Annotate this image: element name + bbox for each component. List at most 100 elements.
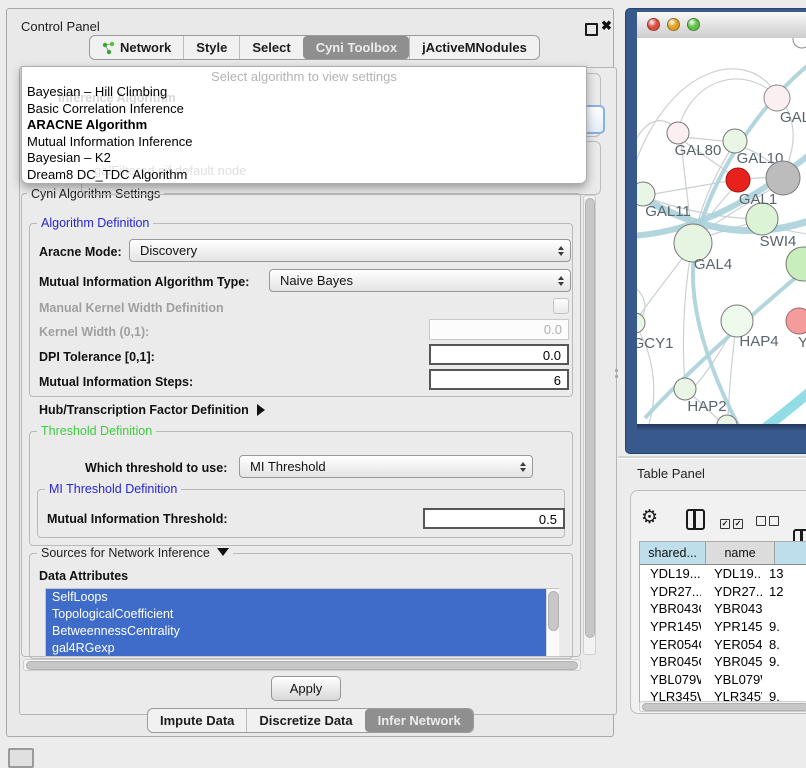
table-horizontal-scrollbar[interactable] (639, 701, 806, 712)
aracne-mode-select[interactable]: Discovery (129, 239, 571, 262)
network-node-gal[interactable] (764, 85, 790, 111)
network-node-hap2[interactable] (674, 378, 696, 400)
tab-select-label: Select (252, 40, 290, 55)
mi-threshold-title: MI Threshold Definition (45, 482, 181, 496)
table-cell: 12 (762, 584, 800, 599)
data-attributes-list[interactable]: SelfLoopsTopologicalCoefficientBetweenne… (45, 588, 559, 657)
attribute-item-topologicalcoefficient[interactable]: TopologicalCoefficient (46, 606, 550, 623)
tab-infer-network[interactable]: Infer Network (365, 709, 473, 732)
node-table[interactable]: shared...name YDL19...YDL19...13YDR27...… (639, 541, 806, 703)
algorithm-option-basic-correlation-inference[interactable]: Basic Correlation Inference (22, 101, 586, 118)
table-cell: YDR27... (701, 584, 762, 599)
algorithm-option-bayesian-hill-climbing[interactable]: Bayesian – Hill Climbing (22, 84, 586, 101)
network-node[interactable] (793, 38, 806, 48)
manual-kernel-width-label: Manual Kernel Width Definition (39, 301, 224, 315)
tab-jactivemnodules-label: jActiveMNodules (422, 40, 527, 55)
network-node-y[interactable] (786, 308, 806, 334)
network-edge[interactable] (749, 386, 806, 424)
attribute-item-betweennesscentrality[interactable]: BetweennessCentrality (46, 623, 550, 640)
network-node[interactable] (766, 161, 800, 195)
table-row[interactable]: YBR045CYBR045C9. (640, 653, 806, 671)
gear-icon[interactable]: ⚙ (641, 508, 658, 527)
attributes-scrollbar[interactable] (546, 589, 559, 656)
table-row[interactable]: YBR043CYBR043C (640, 600, 806, 618)
tab-impute-data-label: Impute Data (160, 713, 234, 728)
tab-jactivemnodules[interactable]: jActiveMNodules (409, 36, 539, 59)
network-edge[interactable] (648, 180, 734, 195)
tab-cyni-toolbox[interactable]: Cyni Toolbox (303, 36, 409, 59)
settings-vertical-scrollbar[interactable] (583, 195, 596, 655)
table-cell: 9. (762, 654, 800, 669)
collapsed-panel-icon[interactable] (8, 748, 34, 768)
network-canvas[interactable]: GALGAL80GAL10GAL1GAL11SWI4GAL4GCY1HAP4YH… (637, 38, 806, 424)
mi-threshold-field[interactable]: 0.5 (423, 508, 565, 529)
node-label-gal4: GAL4 (694, 256, 732, 273)
mi-steps-label: Mutual Information Steps: (39, 375, 193, 389)
tab-discretize-data[interactable]: Discretize Data (246, 709, 364, 732)
network-edge[interactable] (679, 79, 777, 128)
manual-kernel-width-checkbox[interactable] (553, 298, 569, 314)
deselect-all-icon[interactable] (756, 513, 779, 531)
table-panel: ⚙ ✓✓ shared...name YDL19...YDL19...13YDR… (630, 490, 806, 714)
zoom-traffic-light-icon[interactable] (687, 18, 700, 31)
table-row[interactable]: YDL19...YDL19...13 (640, 565, 806, 583)
mi-steps-field[interactable]: 6 (429, 369, 569, 390)
collapse-down-icon[interactable] (217, 548, 229, 556)
attribute-item-selfloops[interactable]: SelfLoops (46, 589, 550, 606)
column-browser-icon[interactable] (686, 509, 705, 530)
node-label-y: Y (798, 334, 806, 351)
threshold-definition-title: Threshold Definition (37, 424, 156, 438)
network-edge[interactable] (683, 252, 691, 382)
float-window-icon[interactable] (585, 23, 598, 36)
settings-horizontal-scrollbar[interactable] (23, 659, 581, 671)
which-threshold-select[interactable]: MI Threshold (239, 455, 533, 478)
table-row[interactable]: YER054CYER054C8. (640, 635, 806, 653)
network-node[interactable] (726, 168, 750, 192)
window-title: Control Panel (21, 19, 100, 34)
network-node-gal80[interactable] (667, 122, 689, 144)
node-label-hap2: HAP2 (687, 398, 726, 415)
hub-definition-label[interactable]: Hub/Transcription Factor Definition (39, 403, 265, 417)
table-cell: YBR043C (701, 601, 762, 616)
table-cell: YBL079W (640, 672, 701, 687)
algorithm-option-mutual-information-inference[interactable]: Mutual Information Inference (22, 134, 586, 151)
table-cell: YER054C (701, 637, 762, 652)
column-header-partial[interactable] (775, 542, 806, 564)
apply-button[interactable]: Apply (271, 676, 341, 701)
table-row[interactable]: YDR27...YDR27...12 (640, 583, 806, 601)
spinner-arrows-icon (552, 246, 570, 256)
table-row[interactable]: YPR145WYPR145W9. (640, 618, 806, 636)
tab-select[interactable]: Select (239, 36, 302, 59)
data-attributes-label: Data Attributes (39, 569, 128, 583)
algorithm-option-aracne-algorithm[interactable]: ARACNE Algorithm (22, 117, 586, 134)
algorithm-option-dream8-dc-tdc-algorithm[interactable]: Dream8 DC_TDC Algorithm (22, 167, 586, 184)
table-panel-title: Table Panel (637, 466, 705, 481)
attribute-item-gal4rgexp[interactable]: gal4RGexp (46, 640, 550, 657)
network-window-titlebar[interactable] (637, 12, 806, 39)
table-cell: 8. (762, 637, 800, 652)
expand-right-icon[interactable] (257, 404, 265, 416)
mi-algorithm-type-select[interactable]: Naive Bayes (269, 269, 571, 292)
algorithm-option-bayesian-k2[interactable]: Bayesian – K2 (22, 150, 586, 167)
aracne-mode-value: Discovery (130, 243, 552, 258)
select-all-icon[interactable]: ✓✓ (720, 513, 743, 531)
network-node-gcy1[interactable] (637, 313, 645, 333)
network-icon (102, 41, 115, 55)
column-header-name[interactable]: name (706, 542, 775, 564)
tab-cyni-toolbox-label: Cyni Toolbox (316, 40, 397, 55)
dpi-tolerance-field[interactable]: 0.0 (429, 344, 569, 365)
close-traffic-light-icon[interactable] (647, 18, 660, 31)
tab-style[interactable]: Style (183, 36, 239, 59)
algorithm-definition-title: Algorithm Definition (37, 216, 153, 230)
table-row[interactable]: YBL079WYBL079W (640, 671, 806, 689)
tab-network[interactable]: Network (90, 36, 183, 59)
network-node[interactable] (786, 247, 806, 281)
table-cell: YBR045C (701, 654, 762, 669)
tab-impute-data[interactable]: Impute Data (148, 709, 246, 732)
sources-title[interactable]: Sources for Network Inference (37, 546, 233, 560)
spinner-arrows-icon (514, 462, 532, 472)
close-icon[interactable]: ✖ (601, 18, 612, 34)
column-header-shared-[interactable]: shared... (640, 542, 706, 564)
minimize-traffic-light-icon[interactable] (667, 18, 680, 31)
panel-splitter-handle[interactable] (615, 369, 618, 378)
